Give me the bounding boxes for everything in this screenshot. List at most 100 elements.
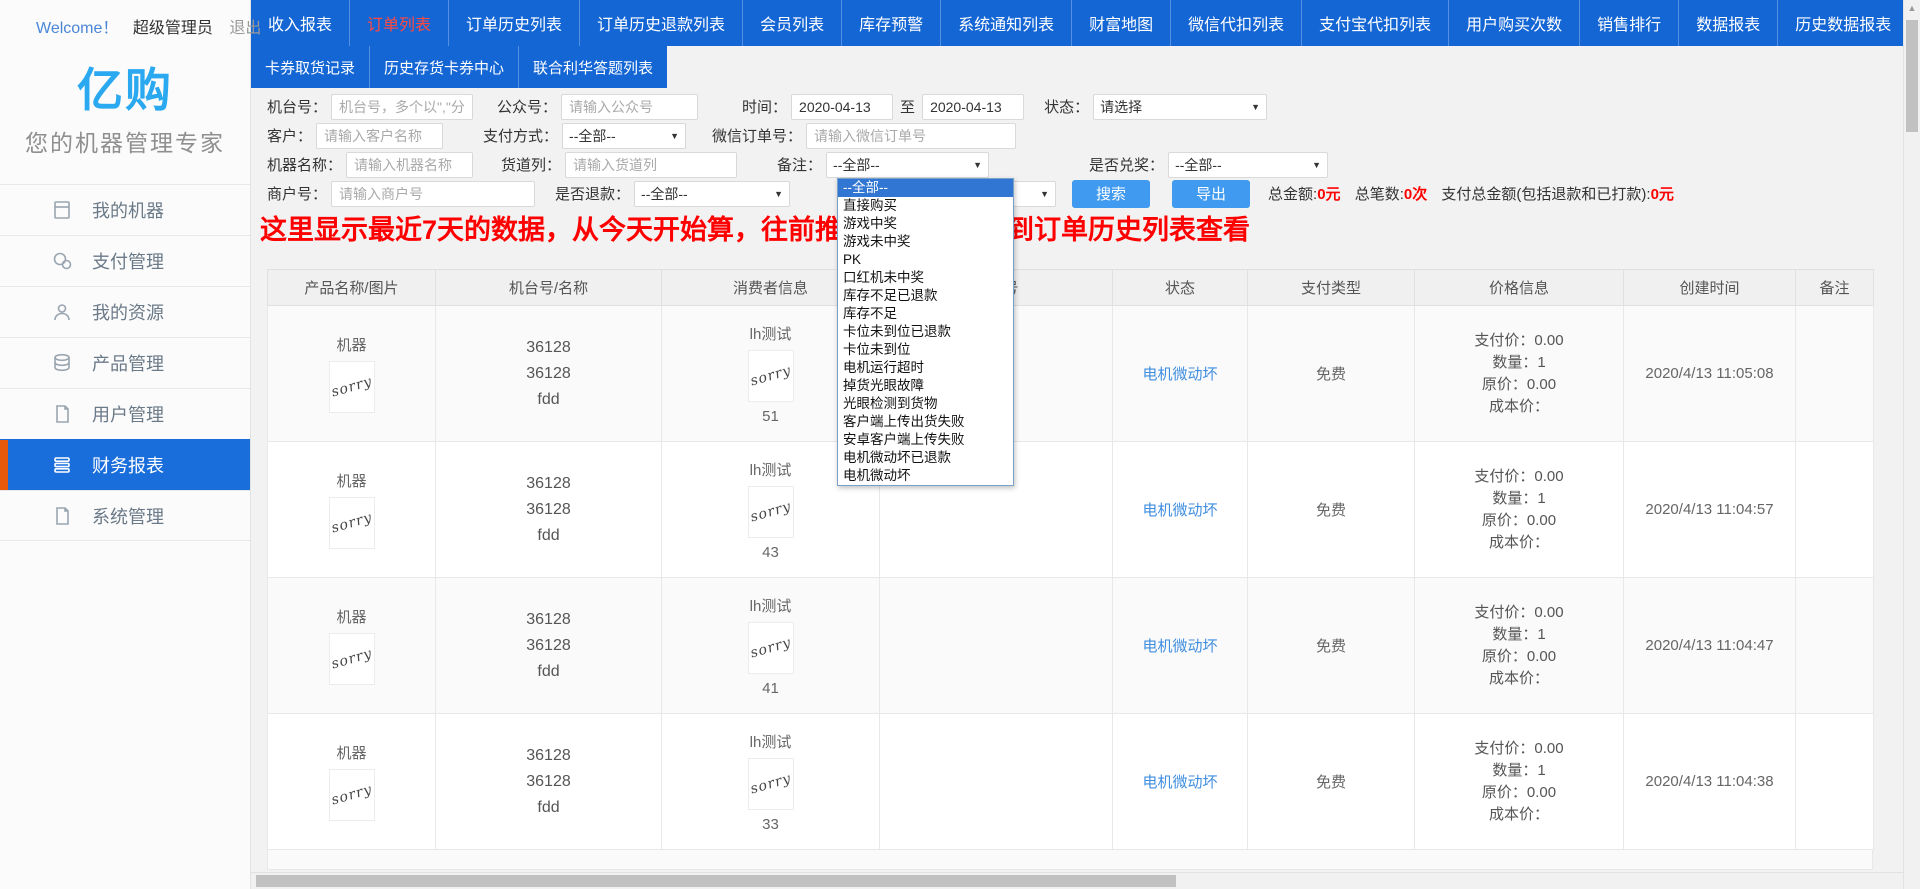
sidebar-item-my-machines[interactable]: 我的机器 xyxy=(0,184,250,235)
search-button[interactable]: 搜索 xyxy=(1072,180,1150,208)
status-select[interactable]: 请选择▼ xyxy=(1093,94,1267,120)
logout-link[interactable]: 退出 xyxy=(229,20,261,37)
tab-data-report[interactable]: 数据报表 xyxy=(1679,0,1778,46)
col-remark: 备注 xyxy=(1796,270,1874,306)
wx-order-input[interactable] xyxy=(806,123,1016,149)
dropdown-option[interactable]: 库存不足 xyxy=(838,305,1013,323)
username: 超级管理员 xyxy=(133,20,213,37)
remark-cell xyxy=(1796,442,1874,578)
date-from-input[interactable] xyxy=(791,94,893,120)
channel-input[interactable] xyxy=(565,152,737,178)
order-no-cell xyxy=(880,714,1113,850)
remark-select[interactable]: --全部--▼ xyxy=(826,152,989,178)
dropdown-option[interactable]: 卡位未到位已退款 xyxy=(838,323,1013,341)
tab-wealth-map[interactable]: 财富地图 xyxy=(1072,0,1171,46)
tab-unilever-quiz[interactable]: 联合利华答题列表 xyxy=(519,46,667,88)
dropdown-option[interactable]: 电机微动坏 xyxy=(838,467,1013,485)
dropdown-option[interactable]: 电机微动坏已退款 xyxy=(838,449,1013,467)
status-link[interactable]: 电机微动坏 xyxy=(1142,638,1217,655)
dropdown-option[interactable]: 掉货光眼故障 xyxy=(838,377,1013,395)
tab-user-purchases[interactable]: 用户购买次数 xyxy=(1449,0,1580,46)
welcome-text: Welcome！ xyxy=(36,20,118,37)
tab-sales-rank[interactable]: 销售排行 xyxy=(1580,0,1679,46)
col-created: 创建时间 xyxy=(1624,270,1796,306)
pay-method-label: 支付方式： xyxy=(483,125,558,146)
date-to-separator: 至 xyxy=(900,96,915,117)
dropdown-option[interactable]: PK xyxy=(838,251,1013,269)
dropdown-option[interactable]: 库存不足已退款 xyxy=(838,287,1013,305)
tab-income-report[interactable]: 收入报表 xyxy=(251,0,350,46)
scroll-up-arrow-icon[interactable]: ▲ xyxy=(1904,3,1920,13)
machine-id: 36128 xyxy=(436,607,661,633)
tab-order-list[interactable]: 订单列表 xyxy=(350,0,449,46)
caret-down-icon: ▼ xyxy=(1251,102,1260,112)
dropdown-option[interactable]: 电机运行超时 xyxy=(838,359,1013,377)
dropdown-option[interactable]: 直接购买 xyxy=(838,197,1013,215)
total-amount-value: 0元 xyxy=(1317,186,1340,203)
order-row: 机器sorry 3612836128fdd lh测试sorry33 电机微动坏 … xyxy=(268,714,1874,850)
dropdown-option[interactable]: 游戏中奖 xyxy=(838,215,1013,233)
horizontal-scrollbar[interactable] xyxy=(251,872,1903,889)
redeem-select[interactable]: --全部--▼ xyxy=(1168,152,1328,178)
dropdown-option[interactable]: 光眼检测到货物 xyxy=(838,395,1013,413)
export-button[interactable]: 导出 xyxy=(1172,180,1250,208)
sidebar: Welcome！ 超级管理员 退出 亿购 您的机器管理专家 我的机器 支付管理 xyxy=(0,0,251,889)
broken-image-placeholder: sorry xyxy=(329,769,375,821)
date-to-input[interactable] xyxy=(922,94,1024,120)
consumer-number: 51 xyxy=(762,408,779,425)
consumer-number: 33 xyxy=(762,816,779,833)
tab-alipay-debit[interactable]: 支付宝代扣列表 xyxy=(1302,0,1449,46)
status-link[interactable]: 电机微动坏 xyxy=(1142,366,1217,383)
machine-name-input[interactable] xyxy=(346,152,473,178)
sub-tabband: 卡券取货记录 历史存货卡券中心 联合利华答题列表 xyxy=(251,46,667,88)
remark-cell xyxy=(1796,306,1874,442)
status-link[interactable]: 电机微动坏 xyxy=(1142,774,1217,791)
pay-type-cell: 免费 xyxy=(1248,714,1415,850)
caret-down-icon: ▼ xyxy=(774,189,783,199)
merchant-input[interactable] xyxy=(331,181,535,207)
machine-name-label: 机器名称： xyxy=(267,154,342,175)
tab-history-coupon-center[interactable]: 历史存货卡券中心 xyxy=(370,46,519,88)
customer-input[interactable] xyxy=(316,123,443,149)
dropdown-option[interactable]: 客户端上传出货失败 xyxy=(838,413,1013,431)
tab-history-data-report[interactable]: 历史数据报表 xyxy=(1778,0,1903,46)
sidebar-item-finance-reports[interactable]: 财务报表 xyxy=(0,439,250,490)
total-paid-label: 支付总金额(包括退款和已打款): xyxy=(1441,186,1650,203)
partial-next-row xyxy=(267,850,1873,870)
horizontal-scrollbar-thumb[interactable] xyxy=(256,875,1176,887)
gzh-input[interactable] xyxy=(561,94,698,120)
refund-label: 是否退款： xyxy=(555,183,630,204)
sidebar-item-products[interactable]: 产品管理 xyxy=(0,337,250,388)
tab-system-notices[interactable]: 系统通知列表 xyxy=(941,0,1072,46)
refund-select[interactable]: --全部--▼ xyxy=(634,181,790,207)
sidebar-item-label: 财务报表 xyxy=(92,452,164,478)
vertical-scrollbar[interactable]: ▲ xyxy=(1903,0,1920,889)
order-no-cell xyxy=(880,578,1113,714)
machine-no-input[interactable] xyxy=(331,94,473,120)
tab-stock-alert[interactable]: 库存预警 xyxy=(842,0,941,46)
machine-id: 36128 xyxy=(436,471,661,497)
orders-table-wrap: 产品名称/图片 机台号/名称 消费者信息 订单号 状态 支付类型 价格信息 创建… xyxy=(267,269,1873,850)
vertical-scrollbar-thumb[interactable] xyxy=(1906,20,1918,132)
time-label: 时间： xyxy=(742,96,787,117)
remark-cell xyxy=(1796,578,1874,714)
status-link[interactable]: 电机微动坏 xyxy=(1142,502,1217,519)
tab-members[interactable]: 会员列表 xyxy=(743,0,842,46)
tab-wechat-debit[interactable]: 微信代扣列表 xyxy=(1171,0,1302,46)
tab-order-history[interactable]: 订单历史列表 xyxy=(449,0,580,46)
sidebar-item-payment[interactable]: 支付管理 xyxy=(0,235,250,286)
tab-order-history-refund[interactable]: 订单历史退款列表 xyxy=(580,0,743,46)
sidebar-item-system[interactable]: 系统管理 xyxy=(0,490,250,541)
dropdown-option[interactable]: --全部-- xyxy=(838,179,1013,197)
dropdown-option[interactable]: 安卓客户端上传失败 xyxy=(838,431,1013,449)
dropdown-option[interactable]: 游戏未中奖 xyxy=(838,233,1013,251)
sidebar-item-users[interactable]: 用户管理 xyxy=(0,388,250,439)
machine-id: 36128 xyxy=(436,335,661,361)
tab-coupon-pickup-log[interactable]: 卡券取货记录 xyxy=(251,46,370,88)
total-paid-value: 0元 xyxy=(1651,186,1674,203)
dropdown-option[interactable]: 卡位未到位 xyxy=(838,341,1013,359)
sidebar-item-resources[interactable]: 我的资源 xyxy=(0,286,250,337)
dropdown-option[interactable]: 口红机未中奖 xyxy=(838,269,1013,287)
product-name: 机器 xyxy=(336,470,366,491)
pay-method-select[interactable]: --全部--▼ xyxy=(562,123,686,149)
